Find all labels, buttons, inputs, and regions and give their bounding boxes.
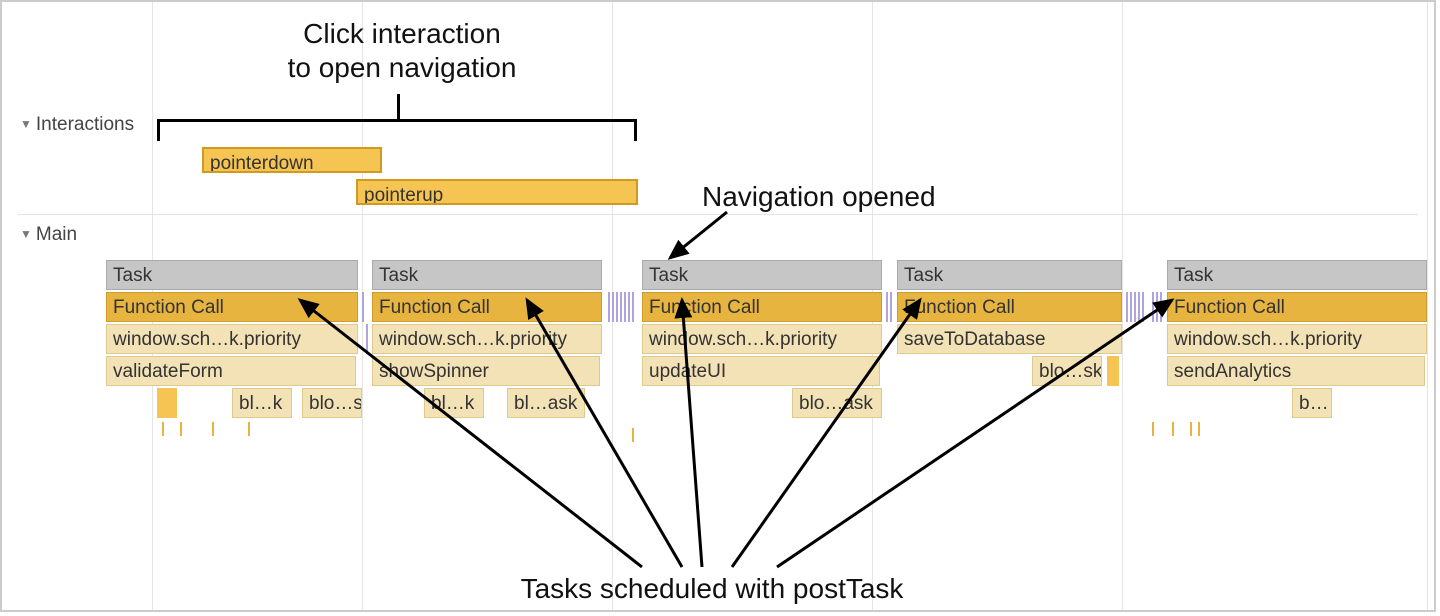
sliver [620,292,622,322]
task-3[interactable]: Task [642,260,882,290]
sliver [624,292,626,322]
track-label-main[interactable]: Main [20,224,77,246]
annotation-navigation-opened: Navigation opened [702,180,936,214]
sliver [1160,292,1162,322]
sliver [1142,292,1144,322]
task-5-function-call[interactable]: Function Call [1167,292,1427,322]
task-4-frame-3[interactable]: saveToDatabase [897,324,1122,354]
task-1-frame-4[interactable]: validateForm [106,356,356,386]
task-2-leaf-b[interactable]: bl…ask [507,388,585,418]
interaction-pointerup[interactable]: pointerup [356,179,638,205]
annotation-tasks-scheduled: Tasks scheduled with postTask [432,572,992,606]
sliver [890,292,892,322]
sliver [632,292,634,322]
task-1-function-call[interactable]: Function Call [106,292,358,322]
task-1-leaf[interactable] [157,388,177,418]
task-5-leaf[interactable]: b… [1292,388,1332,418]
task-2-frame-3[interactable]: window.sch…k.priority [372,324,602,354]
task-4[interactable]: Task [897,260,1122,290]
sliver [612,292,614,322]
sliver [366,324,368,354]
sliver [1130,292,1132,322]
task-4-function-call[interactable]: Function Call [897,292,1122,322]
sliver [616,292,618,322]
annotation-click-interaction: Click interaction to open navigation [202,17,602,84]
task-2-function-call[interactable]: Function Call [372,292,602,322]
interaction-pointerdown[interactable]: pointerdown [202,147,382,173]
task-4-frame-4[interactable]: blo…sk [1032,356,1102,386]
sliver [886,292,888,322]
task-2[interactable]: Task [372,260,602,290]
task-2-leaf-a[interactable]: bl…k [424,388,484,418]
annotation-bracket-top [157,94,637,144]
sliver [1156,292,1158,322]
track-label-interactions[interactable]: Interactions [20,114,134,136]
task-3-leaf[interactable]: blo…ask [792,388,882,418]
sliver [1138,292,1140,322]
sliver [362,292,364,322]
task-1-frame-3[interactable]: window.sch…k.priority [106,324,358,354]
task-3-function-call[interactable]: Function Call [642,292,882,322]
task-1-leaf-a[interactable]: bl…k [232,388,292,418]
task-4-leaf[interactable] [1107,356,1119,386]
task-3-frame-3[interactable]: window.sch…k.priority [642,324,882,354]
track-divider [18,214,1418,215]
task-5[interactable]: Task [1167,260,1427,290]
task-5-frame-3[interactable]: window.sch…k.priority [1167,324,1427,354]
sliver [608,292,610,322]
sliver [628,292,630,322]
task-2-frame-4[interactable]: showSpinner [372,356,600,386]
task-1-leaf-b[interactable]: blo…sk [302,388,362,418]
task-5-frame-4[interactable]: sendAnalytics [1167,356,1425,386]
sliver [1126,292,1128,322]
sliver [1152,292,1154,322]
task-3-frame-4[interactable]: updateUI [642,356,880,386]
devtools-performance-diagram: Click interaction to open navigation Int… [0,0,1436,612]
task-1[interactable]: Task [106,260,358,290]
sliver [1134,292,1136,322]
